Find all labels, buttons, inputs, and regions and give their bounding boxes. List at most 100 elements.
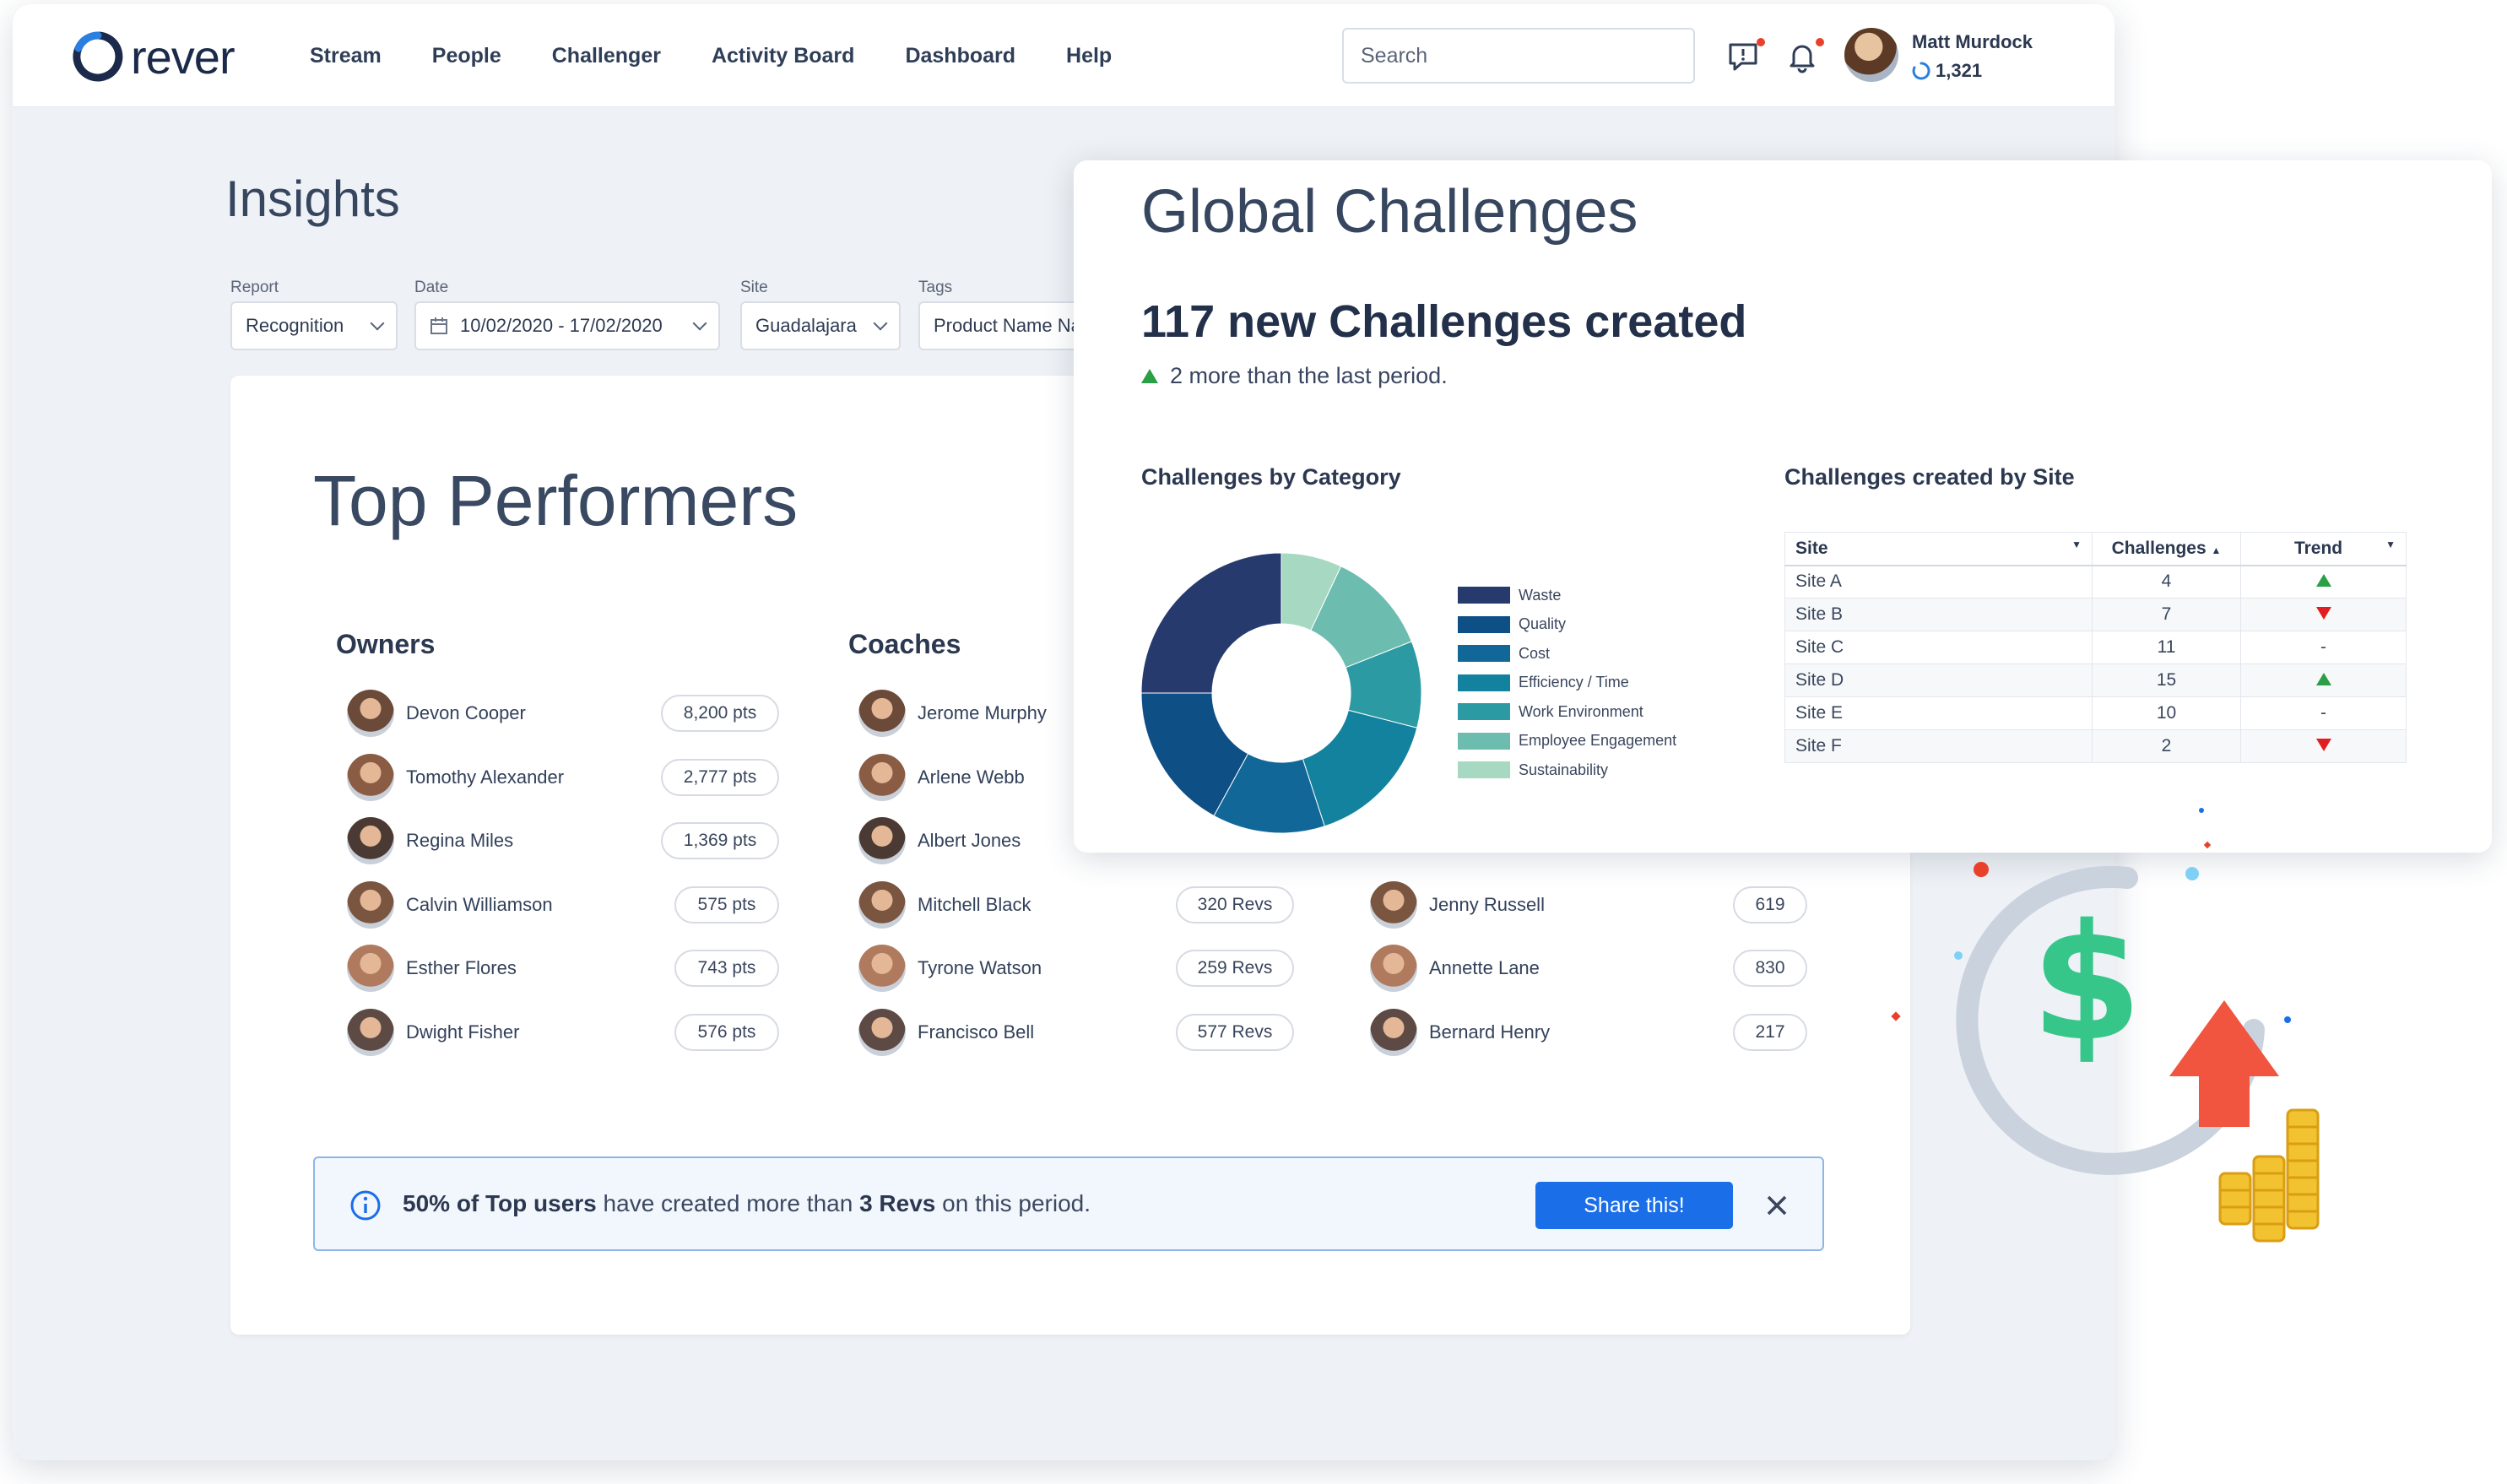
user-avatar[interactable] (1844, 28, 1898, 82)
nav-stream[interactable]: Stream (310, 44, 382, 68)
chevron-down-icon (873, 316, 888, 331)
performer-name: Arlene Webb (918, 766, 1025, 788)
up-arrow-icon (2169, 1000, 2279, 1127)
performer-row[interactable]: Jenny Russell (1370, 880, 1545, 930)
user-name[interactable]: Matt Murdock (1912, 31, 2033, 53)
column-header-site[interactable]: Site ▼ (1784, 532, 2093, 566)
performer-name: Bernard Henry (1429, 1021, 1551, 1043)
confetti-dot (2203, 841, 2212, 849)
trend-up-icon (2315, 673, 2331, 685)
rever-logo[interactable]: rever (72, 30, 236, 84)
table-row[interactable]: Site E 10 - (1784, 696, 2407, 730)
category-chart-title: Challenges by Category (1141, 464, 1401, 490)
top-performers-title: Top Performers (313, 461, 799, 540)
performer-row[interactable]: Albert Jones (858, 815, 1021, 866)
site-cell: Site D (1784, 663, 2093, 697)
filter-label-site: Site (740, 279, 768, 296)
close-icon[interactable] (1758, 1187, 1795, 1224)
performer-row[interactable]: Jerome Murphy (858, 688, 1047, 739)
performer-row[interactable]: Arlene Webb (858, 752, 1025, 803)
trend-neutral: - (2320, 637, 2326, 657)
performer-row[interactable]: Tomothy Alexander (347, 752, 564, 803)
table-row[interactable]: Site A4 (1784, 565, 2407, 598)
avatar (858, 880, 906, 929)
nav-challenger[interactable]: Challenger (552, 44, 661, 68)
trend-up-icon (1141, 369, 1158, 383)
performer-row[interactable]: Devon Cooper (347, 688, 526, 739)
nav-help[interactable]: Help (1066, 44, 1112, 68)
avatar (347, 690, 394, 737)
performer-score-badge: 2,777 pts (661, 758, 779, 796)
performer-score-badge: 575 pts (674, 886, 779, 923)
table-row[interactable]: Site F2 (1784, 729, 2407, 763)
column-header-trend[interactable]: Trend ▼ (2240, 532, 2407, 566)
avatar (347, 945, 394, 992)
legend-item: Employee Engagement (1458, 727, 1676, 756)
challenges-cell: 7 (2092, 598, 2241, 631)
date-range-picker[interactable]: 10/02/2020 - 17/02/2020 (414, 301, 720, 350)
site-cell: Site A (1784, 565, 2093, 598)
banner-strong-2: 3 Revs (859, 1190, 936, 1216)
performer-row[interactable]: Bernard Henry (1370, 1007, 1550, 1058)
performer-name: Esther Flores (406, 957, 517, 978)
legend-swatch (1458, 703, 1510, 721)
site-select[interactable]: Guadalajara (740, 301, 901, 350)
rever-logo-icon (73, 31, 123, 82)
site-table-title: Challenges created by Site (1784, 464, 2075, 490)
share-button[interactable]: Share this! (1535, 1182, 1733, 1229)
feedback-notification-dot (1757, 38, 1765, 46)
performer-row[interactable]: Tyrone Watson (858, 943, 1042, 994)
page-title: Insights (225, 171, 400, 227)
report-select[interactable]: Recognition (230, 301, 398, 350)
performer-name: Mitchell Black (918, 893, 1031, 915)
performer-score-badge: 577 Revs (1176, 1013, 1294, 1051)
confetti-dot (2284, 1016, 2291, 1023)
site-cell: Site B (1784, 598, 2093, 631)
performer-name: Annette Lane (1429, 957, 1540, 978)
donut-slice-waste[interactable] (1141, 553, 1282, 694)
performer-row[interactable]: Esther Flores (347, 943, 517, 994)
donut-slice-efficiency-time[interactable] (1302, 709, 1418, 827)
performer-row[interactable]: Mitchell Black (858, 880, 1031, 930)
nav-people[interactable]: People (432, 44, 501, 68)
table-row[interactable]: Site B7 (1784, 598, 2407, 631)
challenges-cell: 2 (2092, 729, 2241, 763)
avatar (347, 1008, 394, 1056)
trend-up-icon (2315, 574, 2331, 588)
bell-notification-dot (1816, 38, 1824, 46)
avatar (347, 753, 394, 801)
nav-dashboard[interactable]: Dashboard (905, 44, 1015, 68)
points-icon (1912, 62, 1930, 80)
search-input[interactable] (1342, 28, 1695, 84)
table-row[interactable]: Site D 15 (1784, 663, 2407, 697)
table-row[interactable]: Site C 11 - (1784, 631, 2407, 664)
performer-row[interactable]: Francisco Bell (858, 1007, 1034, 1058)
sort-desc-icon: ▼ (2071, 538, 2082, 550)
legend-label: Employee Engagement (1519, 732, 1677, 750)
banner-text-2: on this period. (935, 1190, 1091, 1216)
performer-name: Regina Miles (406, 830, 514, 851)
trend-cell (2240, 663, 2407, 697)
logo-text: rever (131, 30, 236, 84)
filter-label-date: Date (414, 279, 449, 296)
coin-stacks-icon (2218, 1108, 2320, 1243)
avatar (347, 817, 394, 864)
sort-desc-icon: ▼ (2385, 538, 2396, 550)
performer-row[interactable]: Dwight Fisher (347, 1007, 519, 1058)
performer-row[interactable]: Regina Miles (347, 815, 513, 866)
site-cell: Site E (1784, 696, 2093, 730)
challenges-delta: 2 more than the last period. (1141, 363, 1448, 389)
column-header-challenges-label: Challenges (2111, 538, 2206, 558)
confetti-dot (2185, 867, 2199, 880)
performer-row[interactable]: Annette Lane (1370, 943, 1540, 994)
performer-name: Tyrone Watson (918, 957, 1042, 978)
date-range-value: 10/02/2020 - 17/02/2020 (460, 315, 663, 336)
category-donut-chart (1141, 553, 1421, 833)
performer-row[interactable]: Calvin Williamson (347, 880, 553, 930)
main-nav: Stream People Challenger Activity Board … (310, 4, 1162, 107)
column-header-challenges[interactable]: Challenges ▲ (2092, 532, 2241, 566)
legend-label: Work Environment (1519, 702, 1643, 720)
user-points-value: 1,321 (1936, 60, 1983, 81)
legend-label: Efficiency / Time (1519, 674, 1629, 691)
nav-activity-board[interactable]: Activity Board (712, 44, 854, 68)
